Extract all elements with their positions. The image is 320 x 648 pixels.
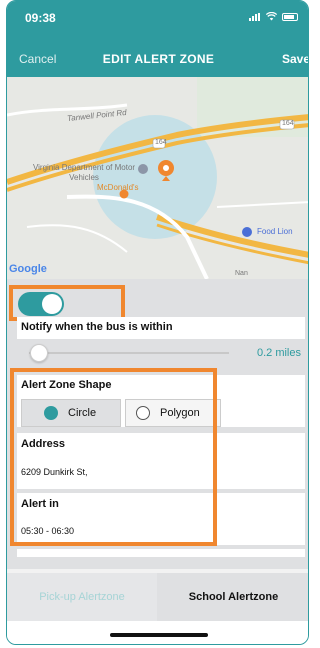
dmv-label: Virginia Department of Motor Vehicles xyxy=(32,163,136,182)
distance-slider-row: 0.2 miles xyxy=(17,341,305,365)
shopping-pin-icon xyxy=(242,227,252,237)
mcdonalds-label: McDonald's xyxy=(97,183,139,192)
cellular-signal-icon xyxy=(249,12,261,21)
map-view[interactable]: Tanwell Point Rd 164 164 Virginia Depart… xyxy=(7,77,308,279)
page-title: EDIT ALERT ZONE xyxy=(102,52,215,66)
food-lion-label: Food Lion xyxy=(257,227,293,236)
distance-value: 0.2 miles xyxy=(256,347,301,359)
distance-slider-track[interactable] xyxy=(29,352,229,354)
route-label: 164 xyxy=(282,120,294,127)
tab-school-alertzone[interactable]: School Alertzone xyxy=(157,573,308,621)
notify-label: Notify when the bus is within xyxy=(21,321,173,333)
tab-label: School Alertzone xyxy=(188,591,279,603)
status-bar: 09:38 xyxy=(7,1,308,39)
notify-row: Notify when the bus is within xyxy=(17,317,305,339)
toggle-knob xyxy=(42,294,62,314)
status-time: 09:38 xyxy=(25,11,56,25)
divider xyxy=(17,549,305,557)
home-indicator[interactable] xyxy=(110,633,208,637)
distance-slider-thumb[interactable] xyxy=(30,344,48,362)
status-icons xyxy=(249,12,298,21)
phone-frame: 09:38 Cancel EDIT ALERT ZONE Save Tanwel… xyxy=(6,0,309,645)
map-attribution: Google xyxy=(9,263,47,275)
settings-highlight xyxy=(10,368,217,546)
battery-icon xyxy=(282,12,298,21)
app-screen: 09:38 Cancel EDIT ALERT ZONE Save Tanwel… xyxy=(0,0,314,648)
toggle-highlight xyxy=(9,285,125,321)
wifi-icon xyxy=(266,12,277,21)
tab-pickup-alertzone[interactable]: Pick-up Alertzone xyxy=(7,573,157,621)
save-button[interactable]: Save xyxy=(282,52,308,66)
alert-toggle[interactable] xyxy=(18,292,64,316)
dmv-pin-icon xyxy=(138,164,148,174)
tab-label: Pick-up Alertzone xyxy=(39,591,125,603)
route-label: 164 xyxy=(155,139,167,146)
home-indicator-area xyxy=(7,621,308,644)
road-label: Nan xyxy=(235,270,248,277)
nav-bar: Cancel EDIT ALERT ZONE Save xyxy=(7,39,308,77)
tab-bar: Pick-up Alertzone School Alertzone xyxy=(7,573,308,621)
